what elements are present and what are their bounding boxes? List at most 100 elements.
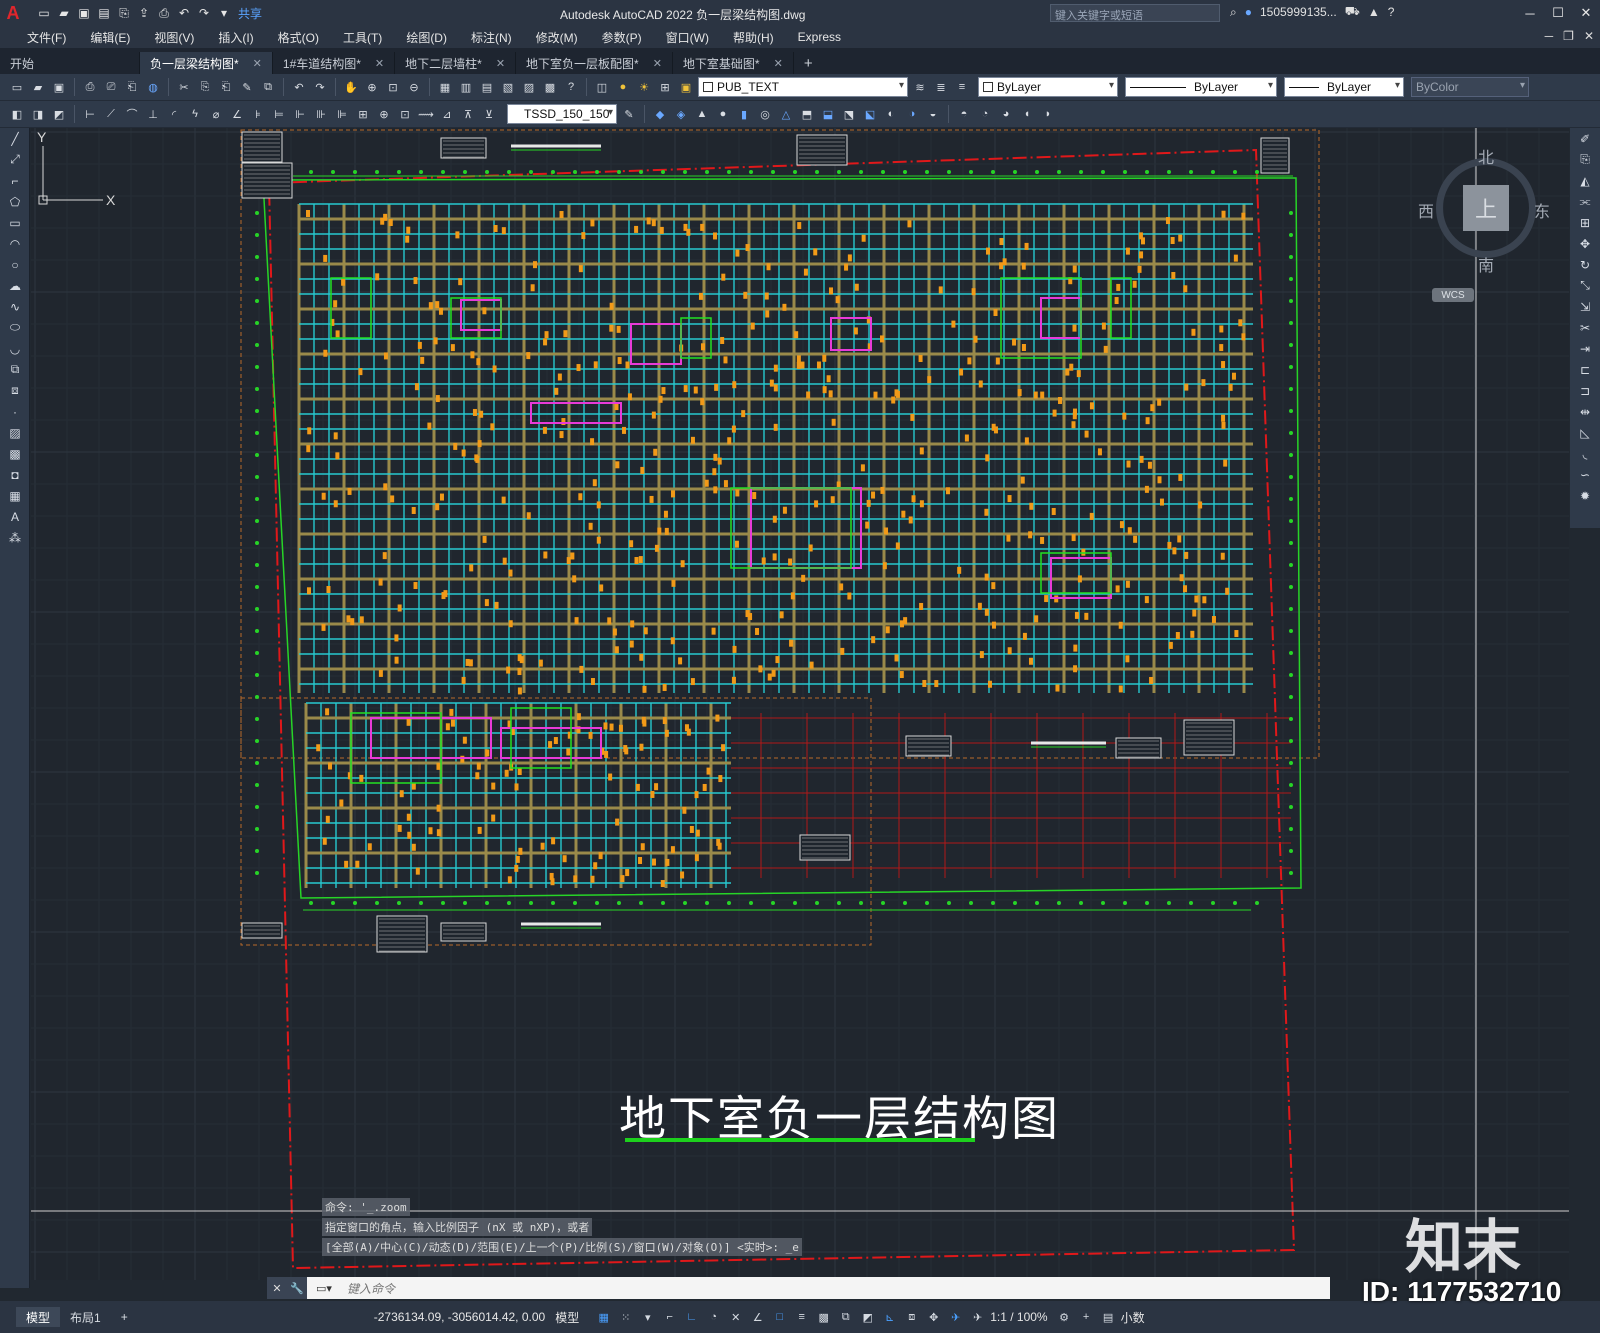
polyline-icon[interactable]: ⌐: [0, 170, 30, 191]
move-icon[interactable]: ✥: [1570, 233, 1600, 254]
annotation-monitor-icon[interactable]: +: [1078, 1308, 1095, 1326]
tab-ramp-structure[interactable]: 1#车道结构图* ✕: [273, 52, 396, 74]
undo-icon[interactable]: ↶: [290, 78, 308, 96]
diameter-dim-icon[interactable]: ⌀: [207, 105, 225, 123]
object-snap-tracking-icon[interactable]: ∠: [749, 1308, 766, 1326]
lineweight-dropdown[interactable]: ByLayer ▾: [1284, 77, 1404, 97]
tool-palettes-icon[interactable]: ▤: [478, 78, 496, 96]
tab-foundation[interactable]: 地下室基础图* ✕: [673, 52, 794, 74]
mirror-icon[interactable]: ◭: [1570, 170, 1600, 191]
spline-icon[interactable]: ∿: [0, 296, 30, 317]
slice-icon[interactable]: ◔: [976, 105, 994, 123]
array-icon[interactable]: ⊞: [1570, 212, 1600, 233]
menu-tools[interactable]: 工具(T): [332, 29, 393, 46]
polar-icon[interactable]: ◔: [705, 1308, 722, 1326]
export-icon[interactable]: ⇪: [136, 5, 152, 21]
chamfer-icon[interactable]: ◺: [1570, 422, 1600, 443]
annotation-visibility-icon[interactable]: ✈: [947, 1308, 964, 1326]
doc-minimize-icon[interactable]: ─: [1545, 29, 1554, 43]
close-icon[interactable]: ✕: [1572, 0, 1600, 26]
pan-icon[interactable]: ✋: [342, 78, 360, 96]
extrude-icon[interactable]: ⬒: [798, 105, 816, 123]
zoom-previous-icon[interactable]: ⊖: [405, 78, 423, 96]
lineweight-icon[interactable]: ≡: [793, 1308, 810, 1326]
layer-dropdown[interactable]: PUB_TEXT ▾: [698, 77, 908, 97]
blend-curves-icon[interactable]: ∽: [1570, 464, 1600, 485]
arc-length-icon[interactable]: ⌒: [123, 105, 141, 123]
grid-icon[interactable]: ▦: [595, 1308, 612, 1326]
menu-file[interactable]: 文件(F): [16, 29, 77, 46]
zoom-window-icon[interactable]: ⊡: [384, 78, 402, 96]
layer-state-icon[interactable]: ≡: [953, 78, 971, 96]
dim-style-manager-icon[interactable]: ✎: [620, 105, 638, 123]
close-tab-icon[interactable]: ✕: [496, 57, 505, 70]
region-icon[interactable]: ◘: [0, 464, 30, 485]
search-icon[interactable]: ⌕: [1230, 5, 1237, 20]
close-tab-icon[interactable]: ✕: [774, 57, 783, 70]
rotate-icon[interactable]: ↻: [1570, 254, 1600, 275]
tab-beam-structure[interactable]: 负一层梁结构图* ✕: [140, 52, 273, 74]
3d-torus-icon[interactable]: ◎: [756, 105, 774, 123]
ellipse-arc-icon[interactable]: ◡: [0, 338, 30, 359]
tab-b2-walls[interactable]: 地下二层墙柱* ✕: [395, 52, 517, 74]
menu-window[interactable]: 窗口(W): [655, 29, 720, 46]
search-input[interactable]: 键入关键字或短语: [1050, 4, 1220, 22]
continue-dim-icon[interactable]: ⊩: [291, 105, 309, 123]
quickcalc-icon[interactable]: ▩: [541, 78, 559, 96]
model-space-toggle[interactable]: 模型: [555, 1309, 579, 1326]
3d-print-icon[interactable]: ◍: [144, 78, 162, 96]
plot-icon[interactable]: ⎙: [156, 5, 172, 21]
redo-icon[interactable]: ↷: [311, 78, 329, 96]
units-icon[interactable]: ▤: [1100, 1308, 1117, 1326]
circle-icon[interactable]: ○: [0, 254, 30, 275]
command-line-customize-icon[interactable]: 🔧: [287, 1277, 307, 1299]
loft-icon[interactable]: ⬕: [861, 105, 879, 123]
extend-icon[interactable]: ⇥: [1570, 338, 1600, 359]
dim-edit-icon[interactable]: ⊿: [438, 105, 456, 123]
jogged-dim-icon[interactable]: ϟ: [186, 105, 204, 123]
doc-restore-icon[interactable]: ❐: [1563, 29, 1574, 43]
import-icon[interactable]: ⎘: [116, 5, 132, 21]
3d-wedge-icon[interactable]: ◈: [672, 105, 690, 123]
ellipse-icon[interactable]: ⬭: [0, 317, 30, 338]
auto-scale-icon[interactable]: ✈: [969, 1308, 986, 1326]
user-name[interactable]: 1505999135...: [1260, 5, 1337, 19]
erase-icon[interactable]: ✐: [1570, 128, 1600, 149]
command-input[interactable]: 键入命令: [341, 1277, 1330, 1299]
arc-icon[interactable]: ◠: [0, 233, 30, 254]
trim-icon[interactable]: ✂: [1570, 317, 1600, 338]
stretch-icon[interactable]: ⇲: [1570, 296, 1600, 317]
draw-order-icon[interactable]: ◧: [8, 105, 26, 123]
polygon-icon[interactable]: ⬠: [0, 191, 30, 212]
radius-dim-icon[interactable]: ◜: [165, 105, 183, 123]
annotation-scale[interactable]: 1:1 / 100%: [990, 1310, 1047, 1324]
compass-north[interactable]: 北: [1478, 144, 1494, 168]
table-icon[interactable]: ▦: [0, 485, 30, 506]
save-as-icon[interactable]: ▤: [96, 5, 112, 21]
dim-text-edit-icon[interactable]: ⊼: [459, 105, 477, 123]
extract-edges-icon[interactable]: ◖: [1018, 105, 1036, 123]
copy-object-icon[interactable]: ⎘: [1570, 149, 1600, 170]
inspect-icon[interactable]: ⊡: [396, 105, 414, 123]
publish-icon[interactable]: ⎗: [123, 78, 141, 96]
linear-dim-icon[interactable]: ⊢: [81, 105, 99, 123]
quick-dim-icon[interactable]: ⊧: [249, 105, 267, 123]
block-editor-icon[interactable]: ⧉: [259, 78, 277, 96]
isodraft-icon[interactable]: ✕: [727, 1308, 744, 1326]
dimstyle-dropdown[interactable]: TSSD_150_150 ▾: [507, 104, 617, 124]
maximize-icon[interactable]: ☐: [1544, 0, 1572, 26]
add-layout-button[interactable]: +: [111, 1307, 138, 1327]
close-tab-icon[interactable]: ✕: [253, 57, 262, 70]
dynamic-ucs-icon[interactable]: ⊾: [881, 1308, 898, 1326]
join-icon[interactable]: ⇹: [1570, 401, 1600, 422]
help-icon[interactable]: ?: [1388, 5, 1395, 19]
intersect-icon[interactable]: ◒: [924, 105, 942, 123]
3d-sphere-icon[interactable]: ●: [714, 105, 732, 123]
offset-icon[interactable]: ⫘: [1570, 191, 1600, 212]
help-icon[interactable]: ?: [562, 78, 580, 96]
dim-update-icon[interactable]: ⊻: [480, 105, 498, 123]
multiline-text-icon[interactable]: A: [0, 506, 30, 527]
minimize-icon[interactable]: ─: [1516, 0, 1544, 26]
tolerance-icon[interactable]: ⊞: [354, 105, 372, 123]
3d-pyramid-icon[interactable]: △: [777, 105, 795, 123]
